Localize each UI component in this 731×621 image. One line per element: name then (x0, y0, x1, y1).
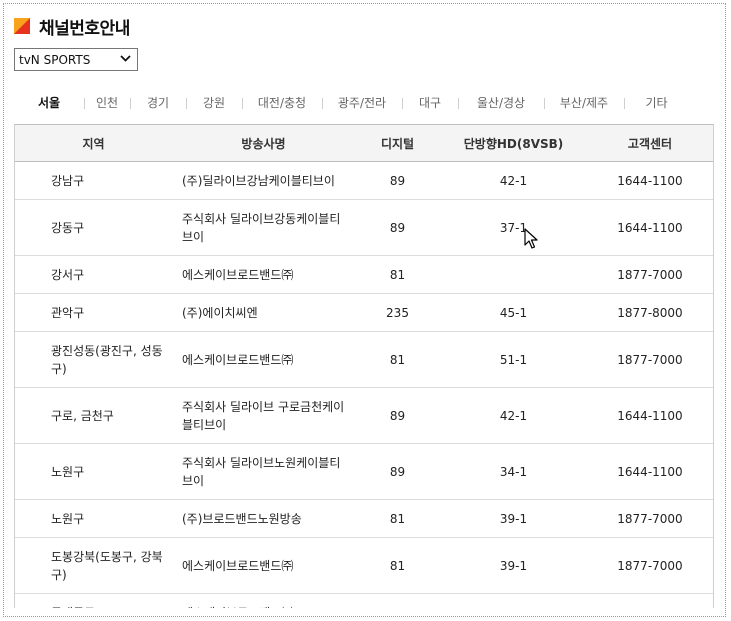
digital-channel-cell: 89 (355, 443, 440, 500)
service-center-cell: 1877-7000 (587, 593, 713, 608)
hd-channel-cell (440, 255, 587, 294)
hd-channel-cell: 42-1 (440, 161, 587, 200)
digital-channel-cell: 235 (355, 293, 440, 332)
tab-daegu[interactable]: 대구 (402, 94, 458, 111)
page-title: 채널번호안내 (39, 18, 130, 39)
page-header: 채널번호안내 (14, 14, 130, 39)
column-header-service-center: 고객센터 (587, 124, 713, 162)
channel-table-container[interactable]: 지역 방송사명 디지털 단방향HD(8VSB) 고객센터 강남구 (주)딜라이브… (14, 124, 714, 608)
provider-cell: 주식회사 딜라이브노원케이블티브이 (172, 443, 355, 500)
table-row: 강서구 에스케이브로드밴드㈜ 81 1877-7000 (15, 255, 713, 294)
hd-channel-cell: 51-1 (440, 331, 587, 388)
column-header-region: 지역 (15, 124, 172, 162)
digital-channel-cell: 89 (355, 161, 440, 200)
digital-channel-cell: 89 (355, 387, 440, 444)
digital-channel-cell: 81 (355, 331, 440, 388)
provider-cell: 주식회사 딜라이브 구로금천케이블티브이 (172, 387, 355, 444)
table-row: 노원구 주식회사 딜라이브노원케이블티브이 89 34-1 1644-1100 (15, 443, 713, 500)
table-row: 강남구 (주)딜라이브강남케이블티브이 89 42-1 1644-1100 (15, 161, 713, 200)
digital-channel-cell: 81 (355, 499, 440, 538)
channel-select-value: tvN SPORTS (19, 52, 91, 67)
region-cell: 노원구 (15, 499, 172, 538)
provider-cell: (주)에이치씨엔 (172, 293, 355, 332)
hd-channel-cell: 39-1 (440, 537, 587, 594)
service-center-cell: 1644-1100 (587, 387, 713, 444)
channel-table: 지역 방송사명 디지털 단방향HD(8VSB) 고객센터 강남구 (주)딜라이브… (15, 124, 713, 608)
table-row: 노원구 (주)브로드밴드노원방송 81 39-1 1877-7000 (15, 499, 713, 538)
digital-channel-cell: 81 (355, 255, 440, 294)
chevron-down-icon (120, 54, 131, 65)
column-header-provider: 방송사명 (172, 124, 355, 162)
tab-gyeonggi[interactable]: 경기 (130, 94, 186, 111)
provider-cell: 에스케이브로드밴드㈜ (172, 537, 355, 594)
provider-cell: 주식회사 딜라이브강동케이블티브이 (172, 199, 355, 256)
hd-channel-cell: 34-1 (440, 443, 587, 500)
channel-select[interactable]: tvN SPORTS (14, 48, 138, 71)
digital-channel-cell: 89 (355, 199, 440, 256)
hd-channel-cell: 33-1 (440, 593, 587, 608)
region-cell: 광진성동(광진구, 성동구) (15, 331, 172, 388)
region-tabs: 서울 인천 경기 강원 대전/충청 광주/전라 대구 울산/경상 부산/제주 기… (14, 92, 713, 112)
service-center-cell: 1877-8000 (587, 293, 713, 332)
provider-cell: 에스케이브로드밴드㈜ (172, 331, 355, 388)
provider-cell: 에스케이브로드밴드㈜ (172, 255, 355, 294)
table-row: 구로, 금천구 주식회사 딜라이브 구로금천케이블티브이 89 42-1 164… (15, 387, 713, 444)
tab-incheon[interactable]: 인천 (84, 94, 130, 111)
column-header-digital: 디지털 (355, 124, 440, 162)
hd-channel-cell: 37-1 (440, 199, 587, 256)
provider-cell: (주)브로드밴드노원방송 (172, 499, 355, 538)
region-cell: 강서구 (15, 255, 172, 294)
region-cell: 동대문구 (15, 593, 172, 608)
table-row: 광진성동(광진구, 성동구) 에스케이브로드밴드㈜ 81 51-1 1877-7… (15, 331, 713, 388)
hd-channel-cell: 42-1 (440, 387, 587, 444)
tab-ulsan-gyeongsang[interactable]: 울산/경상 (458, 94, 544, 111)
digital-channel-cell: 81 (355, 593, 440, 608)
service-center-cell: 1644-1100 (587, 199, 713, 256)
service-center-cell: 1644-1100 (587, 161, 713, 200)
region-cell: 강남구 (15, 161, 172, 200)
region-cell: 노원구 (15, 443, 172, 500)
tab-seoul[interactable]: 서울 (14, 94, 84, 111)
service-center-cell: 1644-1100 (587, 443, 713, 500)
service-center-cell: 1877-7000 (587, 331, 713, 388)
service-center-cell: 1877-7000 (587, 255, 713, 294)
channel-logo-icon (14, 18, 30, 34)
hd-channel-cell: 39-1 (440, 499, 587, 538)
hd-channel-cell: 45-1 (440, 293, 587, 332)
region-cell: 도봉강북(도봉구, 강북구) (15, 537, 172, 594)
table-row: 동대문구 에스케이브로드밴드㈜ 81 33-1 1877-7000 (15, 593, 713, 608)
provider-cell: (주)딜라이브강남케이블티브이 (172, 161, 355, 200)
table-row: 강동구 주식회사 딜라이브강동케이블티브이 89 37-1 1644-1100 (15, 199, 713, 256)
provider-cell: 에스케이브로드밴드㈜ (172, 593, 355, 608)
region-cell: 관악구 (15, 293, 172, 332)
tab-daejeon-chungcheong[interactable]: 대전/충청 (242, 94, 322, 111)
region-cell: 구로, 금천구 (15, 387, 172, 444)
tab-etc[interactable]: 기타 (624, 94, 689, 111)
digital-channel-cell: 81 (355, 537, 440, 594)
table-row: 관악구 (주)에이치씨엔 235 45-1 1877-8000 (15, 293, 713, 332)
column-header-hd: 단방향HD(8VSB) (440, 124, 587, 162)
tab-busan-jeju[interactable]: 부산/제주 (544, 94, 624, 111)
table-row: 도봉강북(도봉구, 강북구) 에스케이브로드밴드㈜ 81 39-1 1877-7… (15, 537, 713, 594)
tab-gangwon[interactable]: 강원 (186, 94, 242, 111)
table-header-row: 지역 방송사명 디지털 단방향HD(8VSB) 고객센터 (15, 124, 713, 162)
mouse-cursor-icon (524, 228, 540, 250)
service-center-cell: 1877-7000 (587, 499, 713, 538)
tab-gwangju-jeolla[interactable]: 광주/전라 (322, 94, 402, 111)
region-cell: 강동구 (15, 199, 172, 256)
service-center-cell: 1877-7000 (587, 537, 713, 594)
